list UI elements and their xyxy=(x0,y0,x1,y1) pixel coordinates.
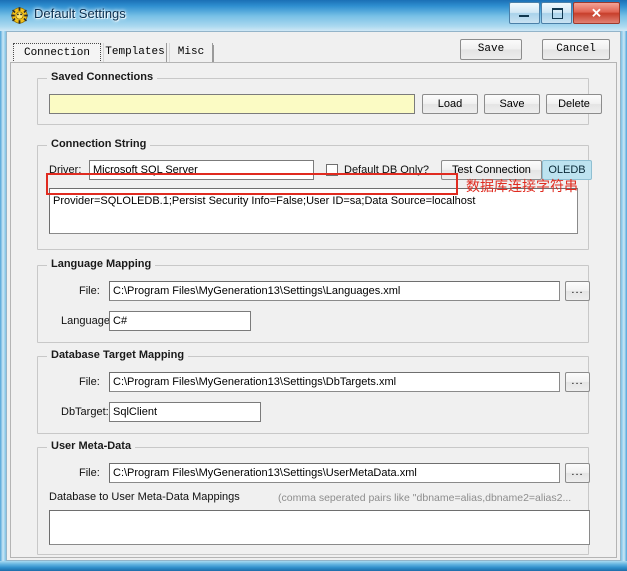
window-title: Default Settings xyxy=(34,6,126,21)
tab-strip: Connection Templates Misc xyxy=(10,43,617,63)
close-button[interactable]: ✕ xyxy=(573,2,620,24)
application-window: Default Settings ✕ Save Cancel Connectio… xyxy=(0,0,627,571)
window-border-right xyxy=(621,31,627,571)
tab-misc[interactable]: Misc xyxy=(169,43,213,63)
saved-connections-title: Saved Connections xyxy=(47,71,158,83)
tab-strip-edge xyxy=(213,45,214,62)
usermeta-mappings-textarea[interactable] xyxy=(49,510,590,545)
tab-connection[interactable]: Connection xyxy=(13,43,101,63)
driver-combo[interactable]: Microsoft SQL Server xyxy=(89,160,314,180)
language-file-label: File: xyxy=(79,285,100,297)
saved-connections-group: Saved Connections Load Save Delete xyxy=(37,71,602,125)
connection-string-title: Connection String xyxy=(47,138,151,150)
language-file-browse-button[interactable]: ... xyxy=(565,281,590,301)
usermeta-file-browse-button[interactable]: ... xyxy=(565,463,590,483)
delete-button[interactable]: Delete xyxy=(546,94,602,114)
default-db-only-label: Default DB Only? xyxy=(344,164,429,176)
language-combo[interactable]: C# xyxy=(109,311,251,331)
maximize-icon xyxy=(552,8,563,19)
language-mapping-group: Language Mapping File: C:\Program Files\… xyxy=(37,258,590,343)
usermeta-file-label: File: xyxy=(79,467,100,479)
connection-string-group: Connection String Driver: Microsoft SQL … xyxy=(37,138,592,250)
user-meta-data-title: User Meta-Data xyxy=(47,440,136,452)
usermeta-mappings-label: Database to User Meta-Data Mappings xyxy=(49,491,240,503)
user-meta-data-group: User Meta-Data File: C:\Program Files\My… xyxy=(37,440,590,555)
load-button[interactable]: Load xyxy=(422,94,478,114)
maximize-button[interactable] xyxy=(541,2,572,24)
dbtarget-label: DbTarget: xyxy=(61,406,109,418)
title-bar: Default Settings ✕ xyxy=(0,0,627,31)
annotation-label: 数据库连接字符串 xyxy=(466,179,578,195)
driver-label: Driver: xyxy=(49,164,82,176)
tab-templates[interactable]: Templates xyxy=(103,43,167,63)
usermeta-file-input[interactable]: C:\Program Files\MyGeneration13\Settings… xyxy=(109,463,560,483)
language-file-input[interactable]: C:\Program Files\MyGeneration13\Settings… xyxy=(109,281,560,301)
tab-page-connection: Saved Connections Load Save Delete Conne… xyxy=(10,62,617,558)
dbtarget-file-browse-button[interactable]: ... xyxy=(565,372,590,392)
window-controls: ✕ xyxy=(508,2,620,24)
database-target-mapping-title: Database Target Mapping xyxy=(47,349,189,361)
close-icon: ✕ xyxy=(591,5,602,21)
window-border-bottom xyxy=(0,561,627,571)
client-area: Save Cancel Connection Templates Misc Sa… xyxy=(6,31,621,561)
database-target-mapping-group: Database Target Mapping File: C:\Program… xyxy=(37,349,590,434)
dbtarget-file-input[interactable]: C:\Program Files\MyGeneration13\Settings… xyxy=(109,372,560,392)
dbtarget-combo[interactable]: SqlClient xyxy=(109,402,261,422)
language-mapping-title: Language Mapping xyxy=(47,258,156,270)
dbtarget-file-label: File: xyxy=(79,376,100,388)
app-gear-icon xyxy=(11,7,28,24)
saved-connection-save-button[interactable]: Save xyxy=(484,94,540,114)
default-db-only-checkbox[interactable] xyxy=(326,164,338,176)
minimize-button[interactable] xyxy=(509,2,540,24)
saved-connections-combo[interactable] xyxy=(49,94,415,114)
usermeta-mappings-hint: (comma seperated pairs like "dbname=alia… xyxy=(278,492,572,504)
minimize-icon xyxy=(519,15,529,17)
language-label: Language: xyxy=(61,315,113,327)
